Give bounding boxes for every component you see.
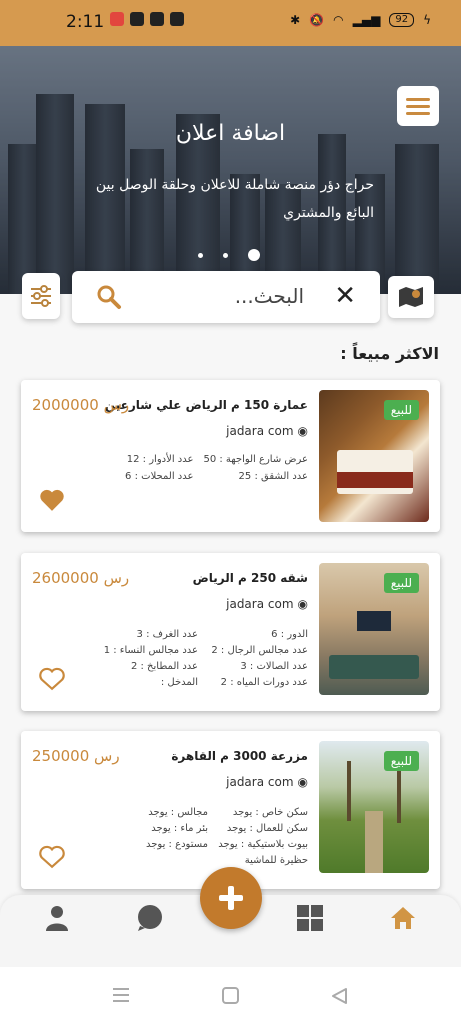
listing-card[interactable]: للبيع شقه 250 م الرياض 2600000 رس ◉ jada…	[21, 553, 440, 711]
clear-search-icon[interactable]: ✕	[334, 283, 356, 309]
listing-image[interactable]: للبيع	[319, 741, 429, 873]
filter-button[interactable]	[22, 273, 60, 319]
nav-home[interactable]	[388, 903, 418, 933]
section-title: الاكثر مبيعاً :	[340, 344, 439, 363]
nav-chat[interactable]	[135, 903, 165, 933]
search-bar[interactable]: ✕	[72, 271, 380, 323]
mute-icon: 🔕	[309, 13, 325, 27]
carousel-indicator[interactable]	[198, 249, 260, 261]
carousel-dot[interactable]	[223, 252, 228, 258]
spec-item: سكن للعمال : يوجد	[226, 823, 308, 834]
spec-item: المدخل :	[160, 677, 198, 688]
menu-button[interactable]	[397, 86, 439, 126]
spec-item: عدد الغرف : 3	[136, 629, 198, 640]
recent-apps-button[interactable]	[112, 987, 130, 1007]
spec-item: عدد مجالس النساء : 1	[103, 645, 198, 656]
spec-item: مستودع : يوجد	[146, 839, 208, 850]
system-icons: ✱ 🔕 ◠ ▂▄▆ 92 ϟ	[290, 13, 431, 27]
map-button[interactable]	[388, 276, 434, 318]
charging-icon: ϟ	[423, 13, 431, 27]
menu-icon	[406, 97, 430, 101]
home-system-button[interactable]	[222, 987, 239, 1008]
company-logo-icon: ◉	[297, 424, 308, 438]
wifi-icon: ◠	[333, 13, 344, 27]
hero-description: حراج دؤر منصة شاملة للاعلان وحلقة الوصل …	[95, 177, 374, 221]
chat-icon	[138, 905, 162, 931]
status-badge: للبيع	[383, 751, 419, 771]
company-name: jadara com	[226, 775, 294, 789]
spec-item: بئر ماء : يوجد	[151, 823, 208, 834]
favorite-outline-icon[interactable]	[39, 667, 65, 691]
company-logo-icon: ◉	[297, 597, 308, 611]
spec-item: عدد الصالات : 3	[240, 661, 308, 672]
listing-card[interactable]: للبيع عمارة 150 م الرياض علي شارعين 2000…	[21, 380, 440, 532]
status-badge: للبيع	[383, 400, 419, 420]
fan-app-icon	[170, 12, 184, 26]
listing-image[interactable]: للبيع	[319, 390, 429, 522]
search-icon[interactable]	[96, 284, 122, 310]
bluetooth-icon: ✱	[290, 13, 301, 27]
search-input[interactable]	[142, 283, 306, 309]
profile-icon	[46, 906, 68, 931]
spec-item: عدد الأدوار : 12	[126, 454, 194, 465]
back-button[interactable]	[330, 987, 348, 1009]
listing-price: 2000000 رس	[32, 396, 130, 414]
signal-icon: ▂▄▆	[352, 13, 381, 27]
spec-item: عدد المحلات : 6	[125, 471, 194, 482]
listing-title: عمارة 150 م الرياض علي شارعين	[104, 398, 308, 412]
home-icon	[391, 907, 415, 929]
grid-icon	[297, 905, 323, 931]
filter-sliders-icon	[31, 285, 51, 307]
listing-specs: عرض شارع الواجهة : 50 عدد الأدوار : 12 ع…	[108, 454, 308, 482]
spec-item: حظيرة للماشية	[244, 855, 308, 866]
notification-icons	[110, 12, 184, 26]
status-badge: للبيع	[383, 573, 419, 593]
company-name: jadara com	[226, 597, 294, 611]
listing-specs: سكن خاص : يوجد مجالس : يوجد سكن للعمال :…	[118, 807, 308, 866]
spec-item: مجالس : يوجد	[148, 807, 208, 818]
spec-item: عدد المطابخ : 2	[130, 661, 198, 672]
carousel-dot[interactable]	[198, 252, 203, 258]
chat-app-icon	[150, 12, 164, 26]
spec-item: الدور : 6	[271, 629, 308, 640]
spec-item: سكن خاص : يوجد	[232, 807, 308, 818]
spec-item: عدد دورات المياه : 2	[220, 677, 308, 688]
status-time: 2:11	[66, 12, 105, 32]
carousel-dot-active[interactable]	[248, 249, 260, 261]
listing-card[interactable]: للبيع مزرعة 3000 م القاهرة 250000 رس ◉ j…	[21, 731, 440, 889]
favorite-outline-icon[interactable]	[39, 845, 65, 869]
spec-item: عرض شارع الواجهة : 50	[203, 454, 308, 465]
system-navigation	[0, 967, 461, 1024]
battery-indicator: 92	[389, 13, 415, 27]
listing-company: ◉ jadara com	[226, 775, 308, 789]
listing-company: ◉ jadara com	[226, 597, 308, 611]
company-name: jadara com	[226, 424, 294, 438]
listing-company: ◉ jadara com	[226, 424, 308, 438]
listing-price: 250000 رس	[32, 747, 120, 765]
nav-categories[interactable]	[295, 903, 325, 933]
add-listing-button[interactable]	[200, 867, 262, 929]
nav-profile[interactable]	[42, 903, 72, 933]
plus-icon	[219, 886, 243, 910]
back-icon	[332, 988, 347, 1004]
news-app-icon	[130, 12, 144, 26]
spec-item: بيوت بلاستيكية : يوجد	[218, 839, 308, 850]
listing-title: مزرعة 3000 م القاهرة	[171, 749, 308, 763]
status-bar: 2:11 ✱ 🔕 ◠ ▂▄▆ 92 ϟ	[0, 0, 461, 46]
listing-image[interactable]: للبيع	[319, 563, 429, 695]
listing-specs: الدور : 6 عدد الغرف : 3 عدد مجالس الرجال…	[98, 629, 308, 688]
listing-title: شقه 250 م الرياض	[192, 571, 308, 585]
hero-banner[interactable]: اضافة اعلان حراج دؤر منصة شاملة للاعلان …	[0, 46, 461, 294]
home-square-icon	[222, 987, 239, 1004]
company-logo-icon: ◉	[297, 775, 308, 789]
listing-price: 2600000 رس	[32, 569, 130, 587]
hero-title: اضافة اعلان	[175, 121, 286, 146]
spec-item: عدد مجالس الرجال : 2	[211, 645, 308, 656]
recents-icon	[113, 988, 129, 1002]
map-icon	[399, 287, 423, 307]
spec-item: عدد الشقق : 25	[238, 471, 308, 482]
music-app-icon	[110, 12, 124, 26]
favorite-filled-icon[interactable]	[39, 488, 65, 512]
